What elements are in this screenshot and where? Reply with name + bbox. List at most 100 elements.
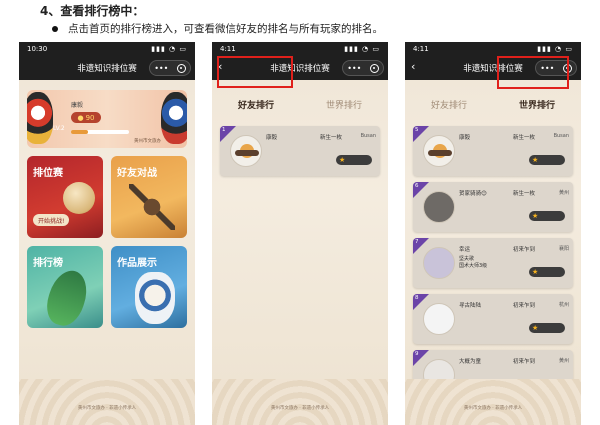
highlight-box-back <box>217 56 293 88</box>
star-icon: ★ <box>532 156 539 164</box>
avatar <box>230 135 262 167</box>
player-title: 初来乍到 <box>513 303 536 309</box>
tile-works-showcase[interactable]: 作品展示 <box>111 246 187 328</box>
tab-world-ranking[interactable]: 世界排行 <box>326 98 362 111</box>
coin-badge: ● 90 <box>71 112 101 123</box>
score-pill: ★ <box>529 267 565 277</box>
player-title: 新生一枚 <box>513 191 536 197</box>
tile-label: 排位赛 <box>33 168 63 179</box>
player-name: 贺家骑骑😊 <box>459 191 487 197</box>
avatar <box>423 303 455 335</box>
star-icon: ★ <box>532 324 539 332</box>
player-title: 新生一枚 <box>320 135 343 141</box>
level-progress-fill <box>71 130 89 134</box>
status-bar: 10:30 ▮▮▮ ◔ ▭ <box>19 42 195 56</box>
coin-icon: ● <box>77 113 84 122</box>
status-icons: ▮▮▮ ◔ ▭ <box>344 45 380 53</box>
status-bar: 4:11 ▮▮▮ ◔ ▭ <box>405 42 581 56</box>
section-heading: 4、查看排行榜中： <box>40 4 145 18</box>
ranking-row[interactable]: 7 幸运 坚夫歌 国术大师3级 初来乍到 襄阳 ★ <box>413 238 573 288</box>
score-pill: ★ <box>529 155 565 165</box>
footer-waves: 黄州市文旅办 · 非遗小传承人 <box>405 379 581 425</box>
ranking-row[interactable]: 5 康毅 新生一枚 Busan ★ <box>413 126 573 176</box>
player-city: Busan <box>360 133 376 139</box>
footer-waves: 黄州市文旅办 · 非遗小传承人 <box>212 379 388 425</box>
more-icon[interactable]: ••• <box>154 64 168 73</box>
ranking-row[interactable]: 8 寻古陆陆 初来乍到 杭州 ★ <box>413 294 573 344</box>
banner-credit: 黄州市文旅办 <box>134 139 161 144</box>
footer-credit: 黄州市文旅办 · 非遗小传承人 <box>77 406 137 411</box>
miniprogram-capsule[interactable]: ••• <box>342 60 384 76</box>
bullet-label: 点击首页的排行榜进入，可查看微信好友的排名与所有玩家的排名。 <box>68 23 383 35</box>
status-icons: ▮▮▮ ◔ ▭ <box>151 45 187 53</box>
bullet-text: 点击首页的排行榜进入，可查看微信好友的排名与所有玩家的排名。 <box>52 21 383 36</box>
status-bar: 4:11 ▮▮▮ ◔ ▭ <box>212 42 388 56</box>
nav-bar: 非遗知识排位赛 ••• <box>19 56 195 80</box>
player-name: 大概为童 <box>459 359 482 365</box>
miniprogram-capsule[interactable]: ••• <box>149 60 191 76</box>
rank-number: 1 <box>222 127 226 133</box>
rank-number: 8 <box>415 295 419 301</box>
app-title: 非遗知识排位赛 <box>77 64 137 74</box>
footer-credit: 黄州市文旅办 · 非遗小传承人 <box>270 406 330 411</box>
player-title: 初来乍到 <box>513 359 536 365</box>
footer-credit: 黄州市文旅办 · 非遗小传承人 <box>463 406 523 411</box>
status-time: 4:11 <box>220 45 236 53</box>
opera-mask-left-image <box>27 92 53 144</box>
level-progress-bar <box>71 130 129 134</box>
score-pill: ★ <box>529 211 565 221</box>
player-title: 新生一枚 <box>513 135 536 141</box>
footer-waves: 黄州市文旅办 · 非遗小传承人 <box>19 379 195 425</box>
star-icon: ★ <box>532 268 539 276</box>
player-name: 幸运 <box>459 247 471 253</box>
rank-number: 7 <box>415 239 419 245</box>
tile-friend-battle[interactable]: 好友对战 <box>111 156 187 238</box>
tile-label: 排行榜 <box>33 258 63 269</box>
status-icons: ▮▮▮ ◔ ▭ <box>537 45 573 53</box>
player-name: 康毅 <box>459 135 471 141</box>
rank-number: 5 <box>415 127 419 133</box>
bullet-dot <box>52 25 58 32</box>
player-name: 康毅 <box>266 135 278 141</box>
tab-friend-ranking[interactable]: 好友排行 <box>431 98 467 111</box>
leaf-carving-image <box>41 265 93 328</box>
tile-label: 好友对战 <box>117 168 157 179</box>
phone-home-screen: 10:30 ▮▮▮ ◔ ▭ 非遗知识排位赛 ••• 康毅 ● 90 LV.2 黄… <box>19 42 195 425</box>
highlight-box-capsule <box>497 56 569 89</box>
avatar <box>423 135 455 167</box>
player-name: 寻古陆陆 <box>459 303 482 309</box>
more-icon[interactable]: ••• <box>347 64 361 73</box>
phone-world-ranking-screen: 4:11 ▮▮▮ ◔ ▭ ‹ 非遗知识排位赛 ••• 好友排行 世界排行 5 康… <box>405 42 581 425</box>
player-city: 黄州 <box>558 358 569 364</box>
score-pill: ★ <box>336 155 372 165</box>
player-title: 初来乍到 <box>513 247 536 253</box>
tile-ranked-match[interactable]: 排位赛 开始挑战! <box>27 156 103 238</box>
back-icon[interactable]: ‹ <box>411 60 415 73</box>
opera-mask-right-image <box>161 92 187 144</box>
avatar <box>423 247 455 279</box>
porcelain-vase-image <box>135 272 175 324</box>
rank-number: 9 <box>415 351 419 357</box>
tile-label: 作品展示 <box>117 258 157 269</box>
close-target-icon[interactable] <box>369 63 379 73</box>
coin-count: 90 <box>85 113 95 122</box>
player-city: Busan <box>553 133 569 139</box>
tile-leaderboard[interactable]: 排行榜 <box>27 246 103 328</box>
avatar <box>423 191 455 223</box>
ranking-row[interactable]: 6 贺家骑骑😊 新生一枚 黄州 ★ <box>413 182 573 232</box>
drum-image <box>63 182 95 214</box>
tab-friend-ranking[interactable]: 好友排行 <box>238 98 274 111</box>
player-motto: 坚夫歌 国术大师3级 <box>459 256 488 269</box>
status-time: 4:11 <box>413 45 429 53</box>
star-icon: ★ <box>532 212 539 220</box>
star-icon: ★ <box>339 156 346 164</box>
ranking-row[interactable]: 1 康毅 新生一枚 Busan ★ <box>220 126 380 176</box>
start-challenge-button[interactable]: 开始挑战! <box>33 214 70 226</box>
tab-world-ranking[interactable]: 世界排行 <box>519 98 555 111</box>
user-banner: 康毅 ● 90 LV.2 黄州市文旅办 <box>27 90 187 148</box>
close-target-icon[interactable] <box>176 63 186 73</box>
player-city: 襄阳 <box>558 246 569 252</box>
status-time: 10:30 <box>27 45 48 53</box>
score-pill: ★ <box>529 323 565 333</box>
ranking-tabs: 好友排行 世界排行 <box>405 94 581 114</box>
